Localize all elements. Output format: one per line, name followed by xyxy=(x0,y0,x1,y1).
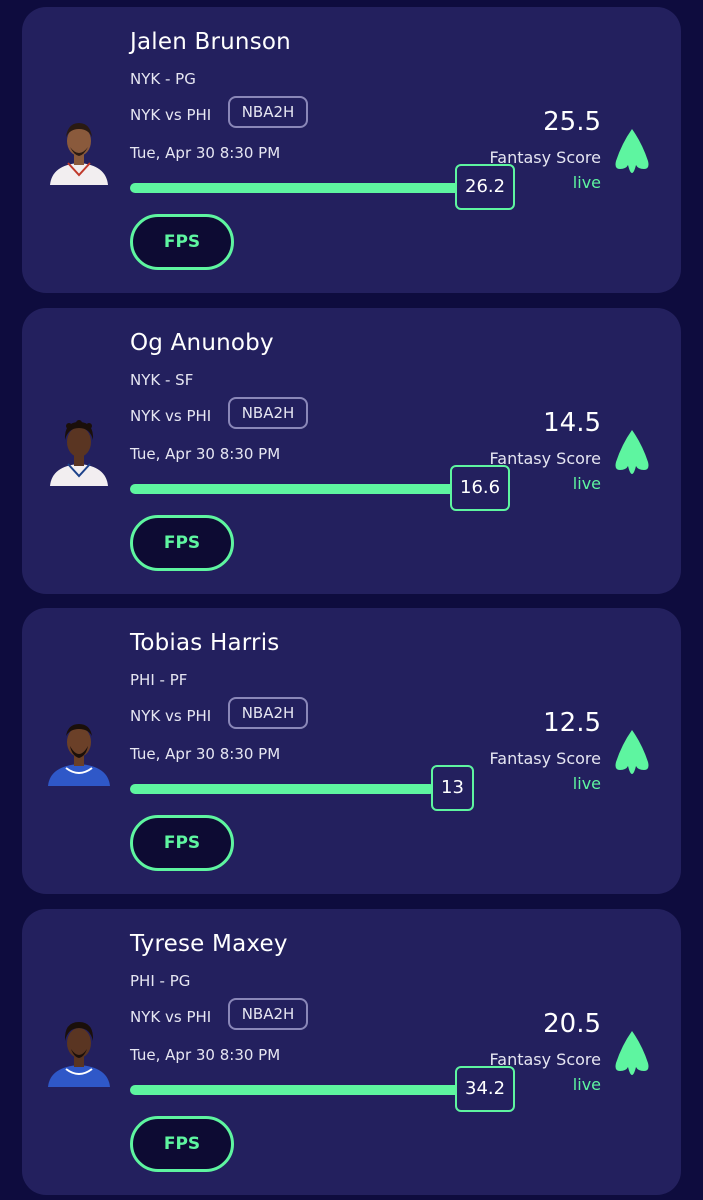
player-name: Og Anunoby xyxy=(130,330,274,356)
progress-bar xyxy=(130,484,455,494)
live-status: live xyxy=(572,1075,601,1094)
fps-button[interactable]: FPS xyxy=(130,1116,234,1172)
matchup: NYK vs PHI xyxy=(130,707,212,725)
score-label: Fantasy Score xyxy=(489,749,601,768)
league-badge: NBA2H xyxy=(228,697,308,729)
team-position: NYK - PG xyxy=(130,70,196,88)
team-position: PHI - PF xyxy=(130,671,188,689)
live-status: live xyxy=(572,774,601,793)
team-position: PHI - PG xyxy=(130,972,191,990)
line-value: 20.5 xyxy=(543,1009,601,1039)
current-value-box: 16.6 xyxy=(450,465,511,511)
score-label: Fantasy Score xyxy=(489,1050,601,1069)
fps-button[interactable]: FPS xyxy=(130,214,234,270)
up-arrow-icon[interactable] xyxy=(614,1031,650,1075)
player-name: Tobias Harris xyxy=(130,630,280,656)
line-value: 25.5 xyxy=(543,107,601,137)
player-card: Tyrese Maxey PHI - PG NYK vs PHI NBA2H T… xyxy=(22,909,681,1195)
game-datetime: Tue, Apr 30 8:30 PM xyxy=(130,1046,281,1064)
matchup: NYK vs PHI xyxy=(130,106,212,124)
live-status: live xyxy=(572,474,601,493)
line-value: 14.5 xyxy=(543,408,601,438)
player-name: Jalen Brunson xyxy=(130,29,291,55)
matchup: NYK vs PHI xyxy=(130,407,212,425)
player-name: Tyrese Maxey xyxy=(130,931,288,957)
line-value: 12.5 xyxy=(543,708,601,738)
up-arrow-icon[interactable] xyxy=(614,730,650,774)
up-arrow-icon[interactable] xyxy=(614,129,650,173)
player-avatar xyxy=(50,420,108,486)
league-badge: NBA2H xyxy=(228,96,308,128)
score-label: Fantasy Score xyxy=(489,449,601,468)
matchup: NYK vs PHI xyxy=(130,1008,212,1026)
player-card: Tobias Harris PHI - PF NYK vs PHI NBA2H … xyxy=(22,608,681,894)
player-avatar xyxy=(48,1022,110,1087)
progress-bar xyxy=(130,784,435,794)
game-datetime: Tue, Apr 30 8:30 PM xyxy=(130,745,281,763)
progress-bar xyxy=(130,183,460,193)
league-badge: NBA2H xyxy=(228,397,308,429)
up-arrow-icon[interactable] xyxy=(614,430,650,474)
player-card: Og Anunoby NYK - SF NYK vs PHI NBA2H Tue… xyxy=(22,308,681,594)
player-card: Jalen Brunson NYK - PG NYK vs PHI NBA2H … xyxy=(22,7,681,293)
fps-button[interactable]: FPS xyxy=(130,815,234,871)
game-datetime: Tue, Apr 30 8:30 PM xyxy=(130,445,281,463)
fps-button[interactable]: FPS xyxy=(130,515,234,571)
current-value-box: 26.2 xyxy=(455,164,516,210)
score-label: Fantasy Score xyxy=(489,148,601,167)
player-avatar xyxy=(48,724,110,786)
progress-bar xyxy=(130,1085,460,1095)
current-value-box: 13 xyxy=(431,765,474,811)
game-datetime: Tue, Apr 30 8:30 PM xyxy=(130,144,281,162)
player-avatar xyxy=(50,123,108,185)
current-value-box: 34.2 xyxy=(455,1066,516,1112)
live-status: live xyxy=(572,173,601,192)
league-badge: NBA2H xyxy=(228,998,308,1030)
team-position: NYK - SF xyxy=(130,371,194,389)
